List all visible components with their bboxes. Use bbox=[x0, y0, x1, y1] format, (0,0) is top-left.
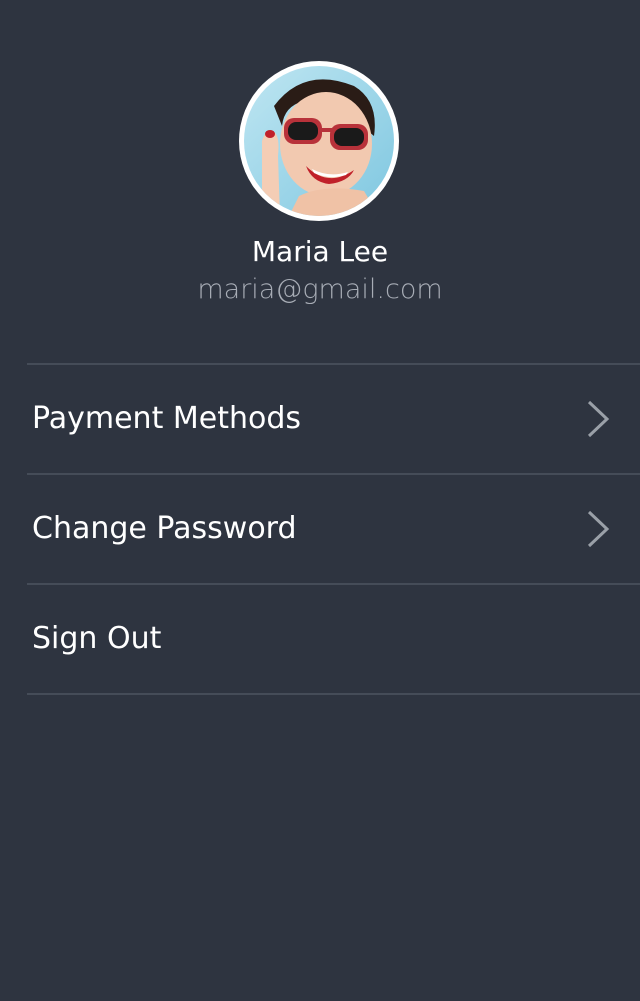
menu-item-label: Sign Out bbox=[32, 621, 162, 656]
account-menu: Payment Methods Change Password Sign Out bbox=[27, 363, 640, 695]
user-name: Maria Lee bbox=[251, 235, 389, 268]
account-screen: Maria Lee maria@gmail.com Payment Method… bbox=[0, 0, 640, 1001]
user-email: maria@gmail.com bbox=[197, 274, 443, 305]
chevron-right-icon bbox=[587, 510, 610, 548]
menu-item-label: Payment Methods bbox=[32, 401, 302, 436]
avatar[interactable] bbox=[239, 61, 399, 221]
chevron-right-icon bbox=[587, 400, 610, 438]
menu-item-sign-out[interactable]: Sign Out bbox=[27, 585, 640, 695]
menu-item-payment-methods[interactable]: Payment Methods bbox=[27, 365, 640, 475]
menu-item-label: Change Password bbox=[32, 511, 297, 546]
menu-item-change-password[interactable]: Change Password bbox=[27, 475, 640, 585]
avatar-photo bbox=[244, 66, 394, 216]
